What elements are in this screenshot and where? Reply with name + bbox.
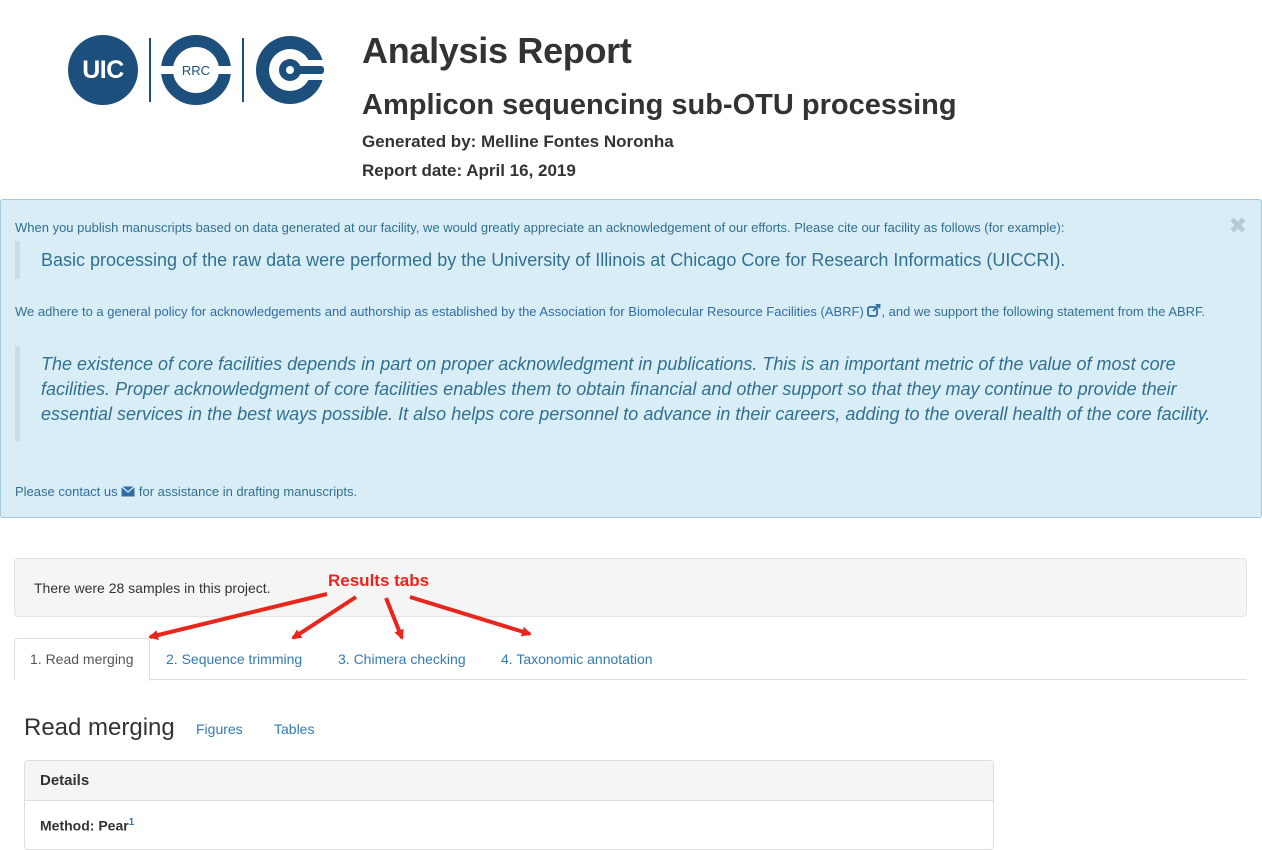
acknowledgement-alert: ✖ When you publish manuscripts based on …	[0, 199, 1262, 518]
rrc-logo-text: RRC	[182, 63, 210, 78]
contact-us-link[interactable]: contact us	[58, 484, 117, 499]
uic-logo: UIC	[68, 35, 138, 105]
page-title: Analysis Report	[362, 30, 632, 71]
close-icon[interactable]: ✖	[1229, 215, 1247, 237]
tab-read-merging[interactable]: 1. Read merging	[14, 638, 150, 681]
tab-sequence-trimming[interactable]: 2. Sequence trimming	[166, 638, 302, 680]
tables-link[interactable]: Tables	[274, 721, 314, 737]
tab-taxonomic-annotation[interactable]: 4. Taxonomic annotation	[501, 638, 653, 680]
logo-divider	[149, 38, 151, 102]
policy-prefix: We adhere to a	[15, 304, 108, 319]
tab-chimera-checking[interactable]: 3. Chimera checking	[338, 638, 466, 680]
figures-link[interactable]: Figures	[196, 721, 243, 737]
citation-quote: Basic processing of the raw data were pe…	[15, 241, 1245, 279]
contact-text: Please contact us for assistance in draf…	[15, 482, 357, 502]
rrc-logo: RRC	[160, 35, 232, 105]
envelope-icon[interactable]	[121, 486, 136, 497]
sample-count-text: There were 28 samples in this project.	[34, 580, 271, 596]
method-reference-link[interactable]: 1	[129, 817, 135, 828]
method-label: Method: Pear	[40, 817, 129, 834]
logo-divider	[242, 38, 244, 102]
alert-intro: When you publish manuscripts based on da…	[15, 220, 1065, 235]
annotation-label: Results tabs	[328, 571, 430, 590]
core-informatics-logo	[256, 36, 326, 104]
abrf-quote-text: The existence of core facilities depends…	[41, 354, 1211, 424]
abrf-policy-link[interactable]: general policy for acknowledgements and …	[107, 304, 864, 319]
sample-count-well: There were 28 samples in this project.	[14, 558, 1247, 617]
panel-heading: Details	[25, 761, 993, 801]
policy-suffix: , and we support the following statement…	[881, 304, 1206, 319]
contact-suffix: for assistance in drafting manuscripts.	[135, 484, 358, 499]
details-panel: Details Method: Pear1	[24, 760, 994, 850]
policy-text: We adhere to a general policy for acknow…	[15, 302, 1220, 322]
page-subtitle: Amplicon sequencing sub-OTU processing	[362, 89, 957, 121]
logo-group: UIC RRC	[68, 34, 328, 106]
section-title: Read merging	[24, 714, 175, 741]
results-tabs: 1. Read merging 2. Sequence trimming 3. …	[14, 638, 1247, 681]
generated-by: Generated by: Melline Fontes Noronha	[362, 132, 674, 151]
panel-body: Method: Pear1	[25, 801, 993, 848]
abrf-quote: The existence of core facilities depends…	[15, 346, 1215, 441]
report-date: Report date: April 16, 2019	[362, 161, 576, 180]
external-link-icon[interactable]	[867, 303, 881, 317]
contact-prefix: Please	[15, 484, 59, 499]
citation-text: Basic processing of the raw data were pe…	[41, 250, 1066, 270]
